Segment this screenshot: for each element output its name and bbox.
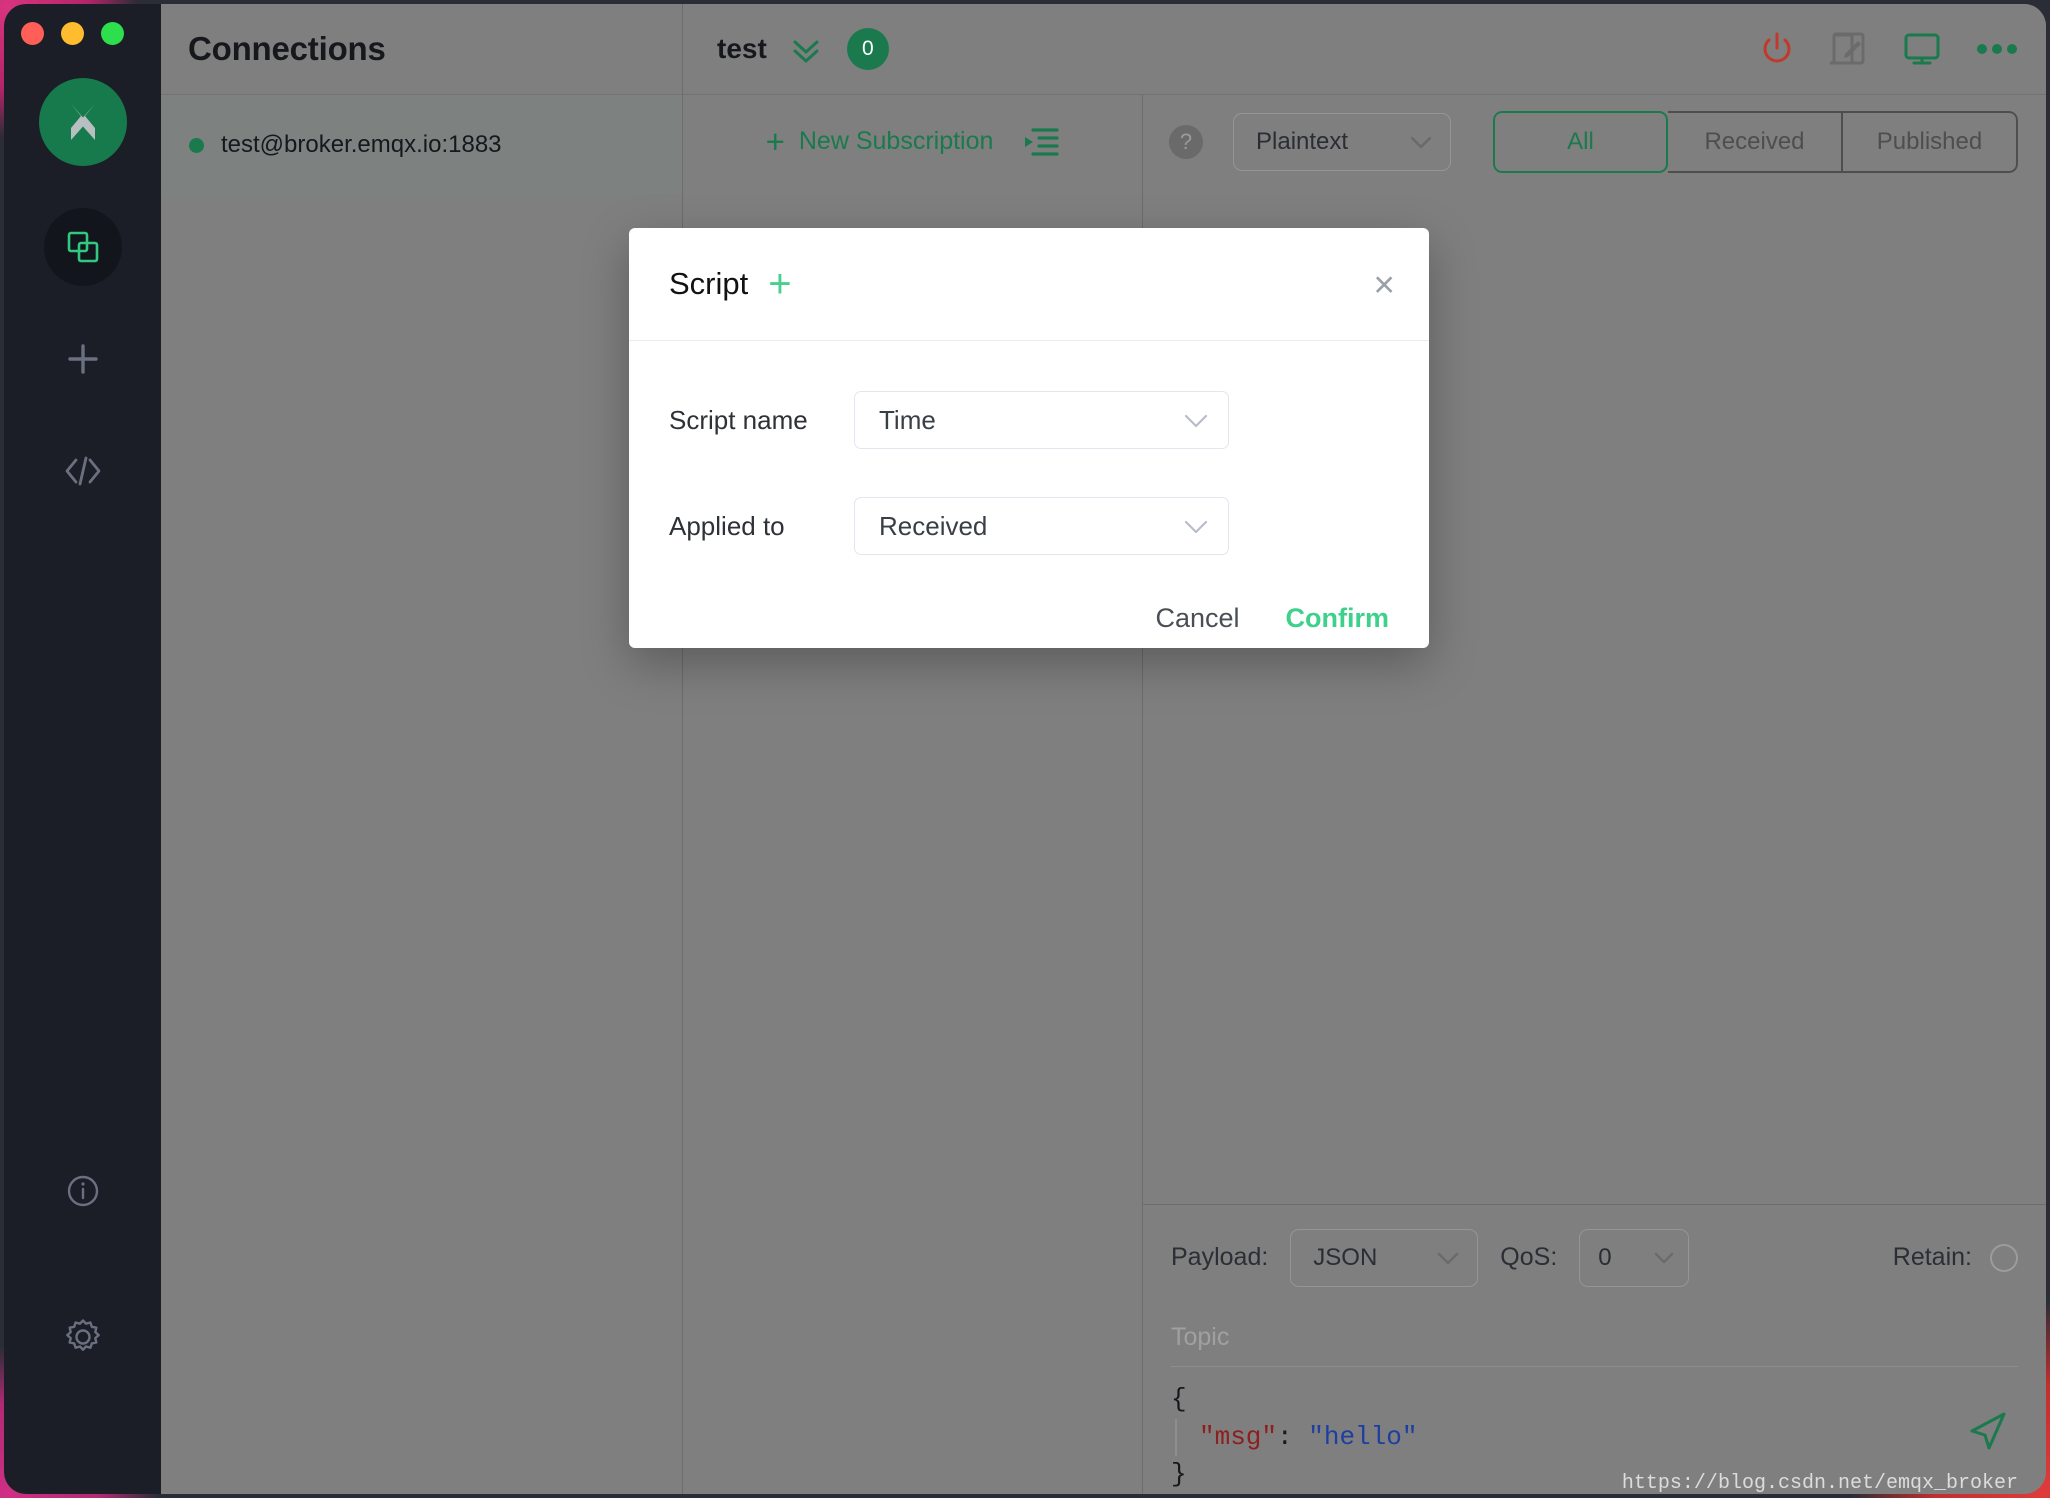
applied-to-label: Applied to — [669, 511, 854, 542]
confirm-button[interactable]: Confirm — [1286, 603, 1390, 634]
app-window: Connections test@broker.emqx.io:1883 tes… — [4, 4, 2046, 1494]
cancel-button[interactable]: Cancel — [1155, 603, 1239, 634]
field-applied-to: Applied to Received — [669, 497, 1389, 555]
filter-tab-all[interactable]: All — [1493, 111, 1668, 173]
dialog-footer: Cancel Confirm — [629, 603, 1429, 674]
dialog-body: Script name Time Applied to Received — [629, 341, 1429, 603]
dialog-header: Script + × — [629, 228, 1429, 341]
script-name-select[interactable]: Time — [854, 391, 1229, 449]
field-script-name: Script name Time — [669, 391, 1389, 449]
chevron-down-icon — [1184, 519, 1208, 534]
applied-to-select[interactable]: Received — [854, 497, 1229, 555]
script-name-value: Time — [879, 405, 936, 436]
applied-to-value: Received — [879, 511, 987, 542]
chevron-down-icon — [1184, 413, 1208, 428]
add-script-plus-icon[interactable]: + — [768, 268, 791, 300]
script-dialog: Script + × Script name Time Applied to — [629, 228, 1429, 648]
close-icon[interactable]: × — [1373, 266, 1395, 303]
dialog-title: Script — [669, 266, 748, 302]
script-name-label: Script name — [669, 405, 854, 436]
desktop-backdrop: Connections test@broker.emqx.io:1883 tes… — [0, 0, 2050, 1498]
